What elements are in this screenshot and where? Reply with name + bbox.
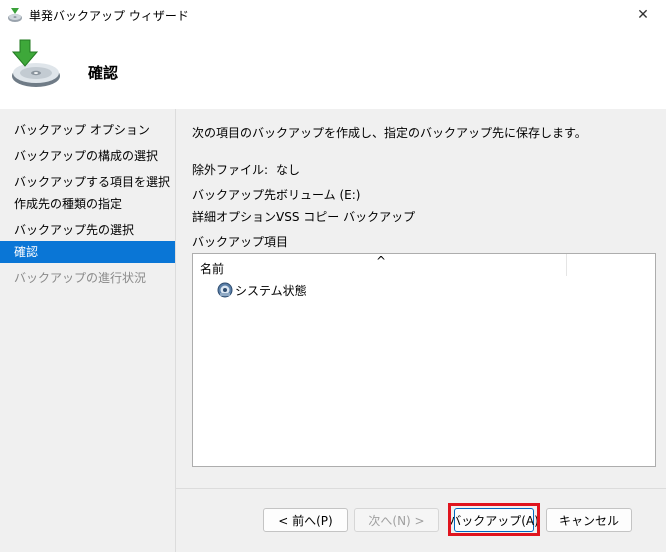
column-header-name[interactable]: ^ 名前 xyxy=(193,254,567,276)
sidebar-item-select-destination[interactable]: バックアップ先の選択 xyxy=(0,219,175,241)
next-button[interactable]: 次へ(N) > xyxy=(354,508,439,532)
advanced-options-label: 詳細オプション: xyxy=(192,210,281,224)
sidebar-item-destination-type[interactable]: 作成先の種類の指定 xyxy=(0,193,175,215)
sidebar-item-confirmation[interactable]: 確認 xyxy=(0,241,175,263)
cancel-button[interactable]: キャンセル xyxy=(546,508,632,532)
backup-disk-icon xyxy=(11,39,60,87)
backup-button[interactable]: バックアップ(A) xyxy=(449,508,539,532)
system-state-icon xyxy=(217,282,233,298)
main-content: 次の項目のバックアップを作成し、指定のバックアップ先に保存します。 除外ファイル… xyxy=(176,109,666,489)
window-title: 単発バックアップ ウィザード xyxy=(29,9,189,23)
excluded-files-value: なし xyxy=(276,163,301,177)
wizard-header: 確認 xyxy=(0,29,666,109)
page-title: 確認 xyxy=(88,64,119,82)
close-button[interactable]: ✕ xyxy=(620,0,666,29)
footer-divider xyxy=(176,488,666,489)
column-header-label: 名前 xyxy=(200,262,225,276)
destination-value: ボリューム (E:) xyxy=(276,188,361,202)
advanced-options-value: VSS コピー バックアップ xyxy=(276,210,416,224)
sidebar-item-select-configuration[interactable]: バックアップの構成の選択 xyxy=(0,145,175,167)
excluded-files-label: 除外ファイル: xyxy=(192,163,269,177)
close-icon: ✕ xyxy=(637,6,649,23)
backup-items-label: バックアップ項目 xyxy=(192,235,289,249)
previous-button[interactable]: < 前へ(P) xyxy=(263,508,348,532)
backup-items-list[interactable]: ^ 名前 システム状態 xyxy=(192,253,656,467)
sidebar-item-backup-progress: バックアップの進行状況 xyxy=(14,271,147,285)
backup-app-icon xyxy=(8,8,22,22)
intro-text: 次の項目のバックアップを作成し、指定のバックアップ先に保存します。 xyxy=(192,126,587,140)
list-item[interactable]: システム状態 xyxy=(217,281,307,299)
sidebar-item-select-items[interactable]: バックアップする項目を選択 xyxy=(0,171,175,193)
title-bar: 単発バックアップ ウィザード ✕ xyxy=(0,0,666,29)
wizard-steps-sidebar: バックアップ オプション バックアップの構成の選択 バックアップする項目を選択 … xyxy=(0,109,175,552)
destination-label: バックアップ先: xyxy=(192,188,281,202)
sidebar-item-backup-options[interactable]: バックアップ オプション xyxy=(0,119,175,141)
sort-ascending-icon: ^ xyxy=(376,254,387,268)
list-item-label: システム状態 xyxy=(235,283,307,298)
